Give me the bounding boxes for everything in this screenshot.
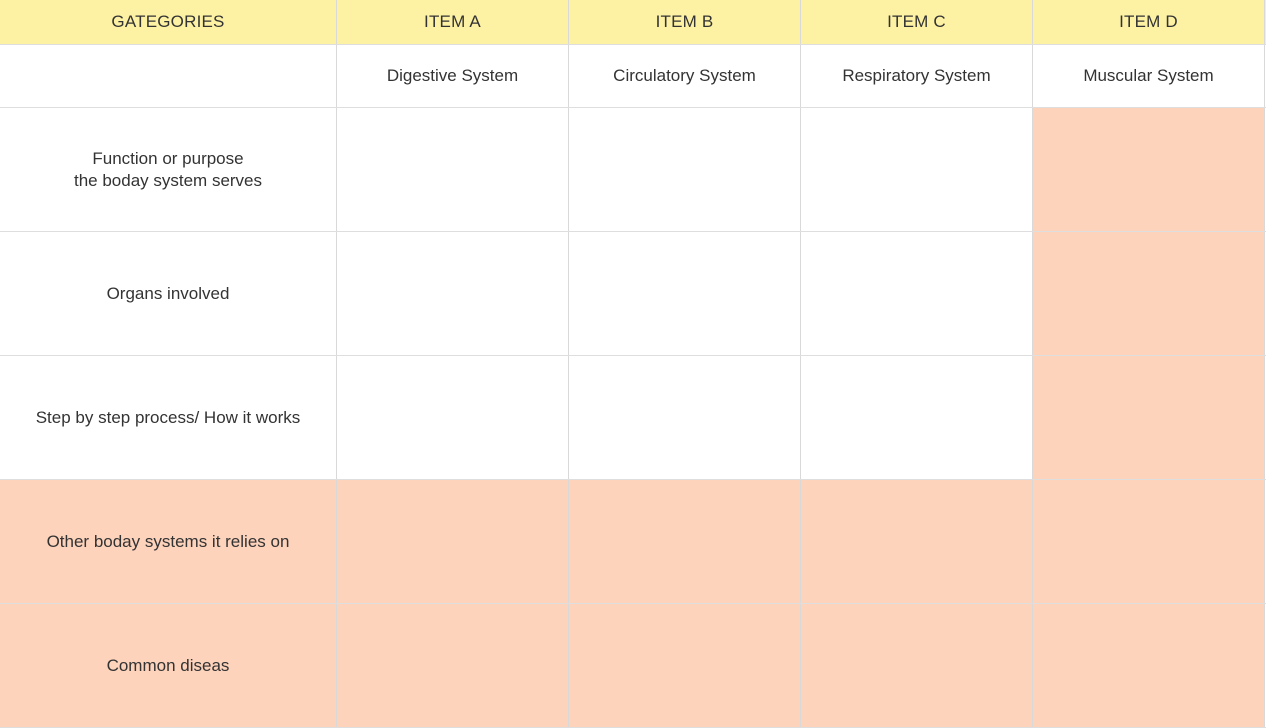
header-categories[interactable]: GATEGORIES (0, 0, 337, 44)
table-cell[interactable] (569, 108, 801, 231)
subheader-circulatory[interactable]: Circulatory System (569, 45, 801, 107)
table-cell[interactable] (569, 480, 801, 603)
comparison-table: GATEGORIES ITEM A ITEM B ITEM C ITEM D D… (0, 0, 1266, 728)
row-label-other-systems[interactable]: Other boday systems it relies on (0, 480, 337, 603)
table-cell[interactable] (1033, 108, 1265, 231)
row-label-process[interactable]: Step by step process/ How it works (0, 356, 337, 479)
table-cell[interactable] (337, 604, 569, 727)
header-item-d[interactable]: ITEM D (1033, 0, 1265, 44)
subheader-respiratory[interactable]: Respiratory System (801, 45, 1033, 107)
table-cell[interactable] (1033, 356, 1265, 479)
table-row: Organs involved (0, 232, 1266, 356)
table-row: Other boday systems it relies on (0, 480, 1266, 604)
table-cell[interactable] (801, 232, 1033, 355)
header-item-c[interactable]: ITEM C (801, 0, 1033, 44)
table-cell[interactable] (569, 356, 801, 479)
header-item-a[interactable]: ITEM A (337, 0, 569, 44)
table-cell[interactable] (569, 604, 801, 727)
table-cell[interactable] (1033, 604, 1265, 727)
table-cell[interactable] (801, 356, 1033, 479)
system-names-row: Digestive System Circulatory System Resp… (0, 45, 1266, 108)
table-cell[interactable] (801, 108, 1033, 231)
row-label-diseases[interactable]: Common diseas (0, 604, 337, 727)
row-label-organs[interactable]: Organs involved (0, 232, 337, 355)
table-cell[interactable] (1033, 480, 1265, 603)
table-cell[interactable] (569, 232, 801, 355)
subheader-cell-empty[interactable] (0, 45, 337, 107)
table-cell[interactable] (337, 356, 569, 479)
subheader-digestive[interactable]: Digestive System (337, 45, 569, 107)
table-row: Common diseas (0, 604, 1266, 728)
table-cell[interactable] (1033, 232, 1265, 355)
subheader-muscular[interactable]: Muscular System (1033, 45, 1265, 107)
header-row: GATEGORIES ITEM A ITEM B ITEM C ITEM D (0, 0, 1266, 45)
table-cell[interactable] (801, 604, 1033, 727)
table-cell[interactable] (337, 232, 569, 355)
table-cell[interactable] (337, 108, 569, 231)
row-label-function[interactable]: Function or purpose the boday system ser… (0, 108, 337, 231)
table-cell[interactable] (337, 480, 569, 603)
table-cell[interactable] (801, 480, 1033, 603)
table-row: Function or purpose the boday system ser… (0, 108, 1266, 232)
table-row: Step by step process/ How it works (0, 356, 1266, 480)
header-item-b[interactable]: ITEM B (569, 0, 801, 44)
